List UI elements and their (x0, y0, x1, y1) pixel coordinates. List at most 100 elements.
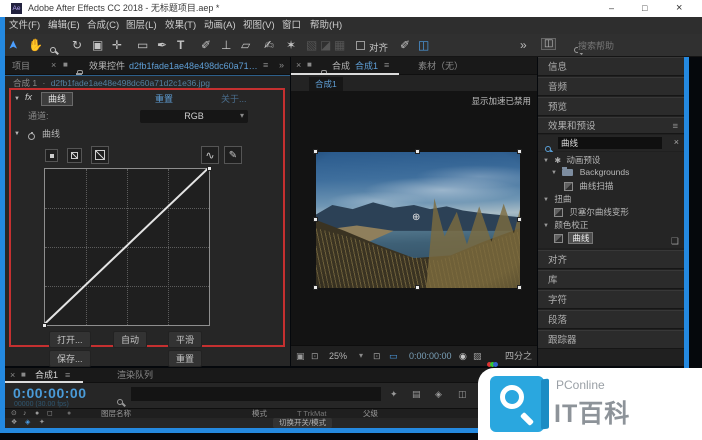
tab-effect-controls-file[interactable]: d2fb1fade1ae48e498dc60a71d2c1e36.jpg (129, 57, 259, 75)
panel-align[interactable]: 对齐 (538, 250, 684, 269)
menu-effect[interactable]: 效果(T) (165, 17, 196, 34)
selection-handle[interactable] (313, 149, 318, 154)
timeline-timecode[interactable]: 0:00:00:00 (13, 385, 87, 401)
composition-viewer[interactable]: 显示加速已禁用 ⊕ (291, 91, 537, 345)
toolbar-overflow-icon[interactable]: » (520, 39, 527, 51)
tab-effect-controls-label[interactable]: 效果控件 (89, 57, 125, 75)
viewer-timecode[interactable]: 0:00:00:00 (409, 346, 452, 367)
grid-size-medium-button[interactable] (67, 148, 82, 163)
menu-file[interactable]: 文件(F) (9, 17, 40, 34)
eraser-tool[interactable]: ▱ (241, 39, 250, 51)
menu-view[interactable]: 视图(V) (243, 17, 275, 34)
tab-close-icon[interactable]: × (296, 61, 301, 70)
video-switch-icon[interactable]: ⊙ (11, 410, 17, 417)
composition-breadcrumb-chip[interactable]: 合成1 (309, 77, 343, 91)
menu-edit[interactable]: 编辑(E) (48, 17, 80, 34)
tree-item-curve-sweep[interactable]: 曲线扫描 (538, 180, 684, 192)
tree-caret-icon[interactable]: ▼ (543, 197, 549, 203)
region-of-interest-icon[interactable]: ▭ (389, 352, 398, 361)
audio-switch-icon[interactable]: ♪ (23, 410, 27, 417)
footage-image[interactable]: ⊕ (316, 152, 520, 288)
maximize-button[interactable]: □ (642, 0, 647, 17)
selection-handle[interactable] (415, 285, 420, 290)
grid-size-large-button[interactable] (91, 146, 109, 164)
group-caret-icon[interactable]: ▼ (14, 131, 20, 137)
composition-mini-flowchart-icon[interactable]: ✦ (390, 390, 398, 399)
tree-item-animation-presets[interactable]: ▼ ✱ 动画预设 (538, 154, 684, 166)
selection-tool[interactable]: ➤ (7, 40, 19, 50)
snapshot-icon[interactable]: ◉ (459, 352, 467, 361)
curves-smooth-button[interactable]: 平滑 (168, 331, 202, 348)
zoom-tool[interactable] (50, 47, 56, 53)
selection-handle[interactable] (517, 217, 522, 222)
channel-dropdown[interactable]: RGB ▾ (140, 110, 248, 123)
tree-caret-icon[interactable]: ▼ (543, 223, 549, 229)
tab-project[interactable]: 项目 (12, 57, 30, 75)
frame-blend-enable-icon[interactable]: ◈ (25, 419, 30, 426)
selection-handle[interactable] (313, 217, 318, 222)
snapping-icon[interactable]: ◫ (418, 39, 429, 51)
curve-point-white[interactable] (207, 166, 212, 171)
shy-layers-icon[interactable]: ❖ (11, 419, 17, 426)
always-preview-icon[interactable]: ▣ (296, 352, 305, 361)
sharpen-icon[interactable]: ✐ (400, 39, 410, 51)
solo-switch-icon[interactable]: ● (35, 410, 39, 417)
effect-reset-link[interactable]: 重置 (155, 91, 173, 107)
tab-render-queue[interactable]: 渲染队列 (117, 368, 153, 383)
tree-caret-icon[interactable]: ▼ (551, 170, 557, 176)
menu-composition[interactable]: 合成(C) (87, 17, 119, 34)
shape-tool[interactable]: ▭ (137, 39, 148, 51)
menu-help[interactable]: 帮助(H) (310, 17, 342, 34)
panel-preview[interactable]: 预览 (538, 97, 684, 116)
clone-stamp-tool[interactable]: ⊥ (221, 39, 231, 51)
effect-name-chip[interactable]: 曲线 (41, 92, 73, 106)
search-help-input[interactable] (578, 38, 693, 53)
hand-tool[interactable]: ✋ (28, 39, 43, 51)
selection-handle[interactable] (313, 285, 318, 290)
panel-menu-icon[interactable]: ≡ (672, 122, 678, 132)
panel-info[interactable]: 信息 (538, 57, 684, 76)
panel-audio[interactable]: 音频 (538, 77, 684, 96)
curve-point-black[interactable] (42, 323, 47, 328)
effects-presets-search-input[interactable] (558, 137, 662, 149)
transparency-grid-icon[interactable]: ▨ (473, 352, 482, 361)
clear-search-icon[interactable]: × (674, 138, 679, 147)
curve-tool-button[interactable]: ∿ (201, 146, 219, 164)
breadcrumb-comp-name[interactable]: 合成 1 (13, 78, 37, 88)
selection-handle[interactable] (415, 149, 420, 154)
pencil-tool-button[interactable]: ✎ (224, 146, 242, 164)
zoom-level-value[interactable]: 25% (329, 346, 347, 367)
selection-handle[interactable] (517, 149, 522, 154)
tab-footage[interactable]: 素材（无） (418, 57, 463, 75)
pan-behind-tool[interactable]: ✛ (112, 39, 122, 51)
tree-item-color-correction[interactable]: ▼ 颜色校正 (538, 219, 684, 231)
timeline-search-input[interactable] (131, 387, 381, 401)
stopwatch-icon[interactable] (28, 133, 35, 140)
panel-effects-presets-header[interactable]: 效果和预设 ≡ (538, 117, 684, 134)
panel-menu-icon[interactable]: ≡ (263, 61, 268, 70)
grid-size-small-button[interactable] (45, 149, 58, 162)
tab-close-icon[interactable]: × (10, 371, 15, 380)
close-button[interactable]: × (676, 0, 682, 17)
tree-item-backgrounds[interactable]: ▼ Backgrounds (538, 167, 684, 179)
motion-blur-icon[interactable]: ◫ (458, 390, 467, 399)
tree-item-bezier-warp[interactable]: 贝塞尔曲线变形 (538, 206, 684, 218)
zoom-caret-icon[interactable]: ▾ (359, 352, 363, 360)
align-checkbox[interactable] (356, 41, 365, 50)
panel-corner-icon[interactable]: ❏ (671, 237, 679, 246)
panel-character[interactable]: 字符 (538, 290, 684, 309)
camera-tool[interactable]: ▣ (92, 39, 103, 51)
monitor-icon[interactable]: ⊡ (311, 352, 319, 361)
curves-open-button[interactable]: 打开... (49, 331, 91, 348)
collapse-caret-icon[interactable]: ▼ (14, 96, 20, 102)
curve-grid[interactable] (44, 168, 210, 326)
tree-item-curves[interactable]: 曲线 (538, 232, 684, 244)
minimize-button[interactable]: – (609, 0, 614, 17)
panel-menu-icon[interactable]: ≡ (65, 371, 70, 380)
guides-icon[interactable]: ⊡ (373, 352, 381, 361)
selection-handle[interactable] (517, 285, 522, 290)
effect-about-link[interactable]: 关于... (221, 91, 247, 107)
tree-item-distort[interactable]: ▼ 扭曲 (538, 193, 684, 205)
panel-paragraph[interactable]: 段落 (538, 310, 684, 329)
brush-tool[interactable]: ✐ (201, 39, 211, 51)
